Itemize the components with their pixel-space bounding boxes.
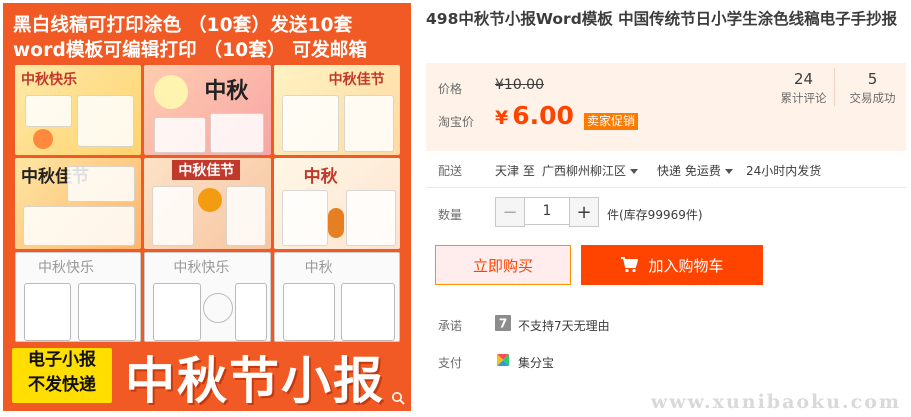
sales-count-label: 交易成功	[849, 91, 896, 105]
banner-line-2: word模板可编辑打印 （10套） 可发邮箱	[13, 40, 368, 61]
thumbnail-title: 中秋	[303, 167, 338, 188]
template-thumbnail: 中秋	[144, 65, 271, 156]
cart-icon	[621, 257, 639, 273]
jifenbao-icon	[497, 354, 509, 366]
shipping-label: 配送	[438, 164, 463, 178]
decrease-button[interactable]: −	[495, 197, 525, 227]
sales-count: 5	[867, 70, 878, 88]
quantity-row: 数量 − + 件(库存99969件)	[426, 197, 906, 229]
template-thumbnail: 中秋快乐	[15, 251, 142, 342]
template-thumbnail: 中秋快乐	[15, 65, 142, 156]
thumbnail-title: 中秋佳节	[328, 72, 385, 88]
payment-label: 支付	[438, 356, 463, 370]
thumbnail-title: 中秋快乐	[173, 259, 230, 276]
quantity-label: 数量	[438, 208, 463, 222]
promise-row: 承诺 7 不支持7天无理由	[426, 313, 906, 335]
template-thumbnail: 中秋	[273, 251, 400, 342]
watermark: www.xunibaoku.com	[650, 391, 901, 413]
stock-text: 件(库存99969件)	[607, 208, 703, 222]
buy-now-button[interactable]: 立即购买	[435, 245, 571, 285]
chevron-down-icon	[630, 169, 639, 174]
banner-line-1: 黑白线稿可打印涂色 （10套）发送10套	[13, 15, 353, 36]
review-count-label: 累计评论	[780, 91, 827, 105]
product-main-image[interactable]: 黑白线稿可打印涂色 （10套）发送10套 word模板可编辑打印 （10套） 可…	[3, 3, 411, 411]
thumbnail-title: 中秋	[304, 259, 333, 276]
payment-row: 支付 集分宝	[426, 350, 906, 372]
review-count: 24	[793, 70, 814, 88]
buy-now-label: 立即购买	[472, 256, 533, 275]
quantity-input[interactable]	[525, 197, 569, 225]
template-thumbnail: 中秋	[273, 158, 400, 249]
seven-day-icon: 7	[495, 315, 511, 331]
payment-method[interactable]: 集分宝	[518, 354, 554, 371]
chevron-down-icon	[724, 169, 733, 174]
footer-notice-box: 电子小报 不发快递	[12, 348, 112, 403]
quantity-stepper: − +	[495, 197, 599, 227]
taobao-price-label: 淘宝价	[438, 115, 475, 129]
add-to-cart-button[interactable]: 加入购物车	[581, 245, 763, 285]
footer-title: 中秋节小报	[125, 352, 385, 410]
magnifier-icon[interactable]	[391, 391, 405, 405]
thumbnail-title: 中秋佳节	[172, 160, 241, 181]
current-price: ¥6.00	[495, 101, 574, 130]
template-thumbnail: 中秋佳节	[15, 158, 142, 249]
template-thumbnail-grid: 中秋快乐 中秋 中秋佳节 中秋佳节 中秋佳节 中秋 中秋快乐 中秋快乐 中秋	[15, 65, 400, 342]
divider	[426, 187, 906, 188]
promo-badge[interactable]: 卖家促销	[584, 113, 639, 130]
promise-label: 承诺	[438, 319, 463, 333]
increase-button[interactable]: +	[569, 197, 599, 227]
template-thumbnail: 中秋快乐	[144, 251, 271, 342]
thumbnail-title: 中秋快乐	[21, 72, 77, 88]
sales-count-stat: 5 交易成功	[834, 68, 910, 106]
ship-destination: 广西柳州柳江区	[542, 164, 627, 178]
template-thumbnail: 中秋佳节	[273, 65, 400, 156]
footer-notice-line-2: 不发快递	[28, 375, 96, 395]
template-thumbnail: 中秋佳节	[144, 158, 271, 249]
currency-symbol: ¥	[495, 107, 509, 129]
add-to-cart-label: 加入购物车	[648, 256, 724, 275]
shipping-method-select[interactable]: 快递 免运费	[657, 162, 733, 179]
review-count-stat[interactable]: 24 累计评论	[766, 68, 841, 106]
original-price: ¥10.00	[495, 77, 544, 93]
ship-from: 天津 至	[495, 164, 535, 178]
price-box: 价格 ¥10.00 淘宝价 ¥6.00 卖家促销 24 累计评论 5 交易成功	[426, 63, 906, 151]
footer-notice-line-1: 电子小报	[28, 350, 96, 370]
shipping-row: 配送 天津 至 广西柳州柳江区 快递 免运费 24小时内发货	[426, 153, 906, 187]
thumbnail-title: 中秋快乐	[38, 259, 94, 276]
shipping-method: 快递 免运费	[657, 164, 721, 178]
ship-destination-select[interactable]: 广西柳州柳江区	[542, 162, 639, 179]
product-title: 498中秋节小报Word模板 中国传统节日小学生涂色线稿电子手抄报	[426, 10, 898, 28]
price-label: 价格	[438, 82, 463, 96]
current-price-value: 6.00	[512, 101, 574, 130]
svg-text:7: 7	[499, 317, 507, 331]
ship-time: 24小时内发货	[746, 164, 822, 178]
thumbnail-title: 中秋	[204, 78, 249, 104]
promise-text[interactable]: 不支持7天无理由	[518, 317, 610, 334]
